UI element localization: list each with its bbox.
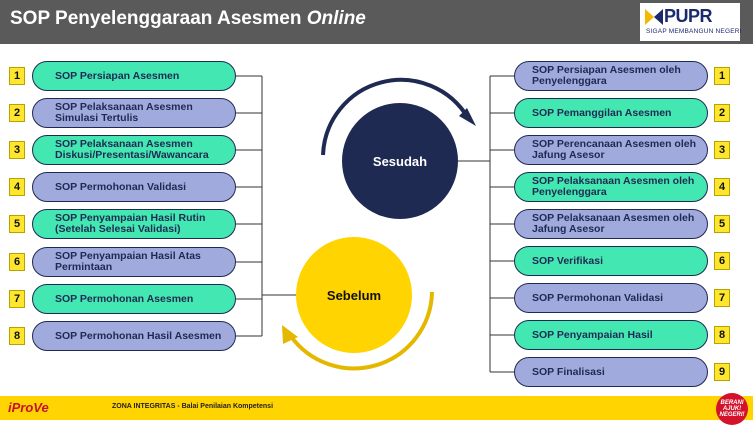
left-step-number: 8	[9, 327, 25, 345]
right-sop-label: SOP Pelaksanaan Asesmen oleh Jafung Ases…	[532, 212, 695, 235]
left-sop-label: SOP Pelaksanaan Asesmen Diskusi/Presenta…	[55, 138, 209, 161]
right-sop-item: SOP Penyampaian Hasil	[514, 320, 708, 350]
left-step-number: 6	[9, 253, 25, 271]
left-sop-item: SOP Pelaksanaan Asesmen Simulasi Tertuli…	[32, 98, 236, 128]
left-step-number: 5	[9, 215, 25, 233]
right-step-number: 5	[714, 215, 730, 233]
right-sop-item: SOP Verifikasi	[514, 246, 708, 276]
right-sop-label: SOP Pemanggilan Asesmen	[532, 106, 672, 119]
iprove-logo: iProVe	[8, 400, 49, 415]
right-step-number: 9	[714, 363, 730, 381]
left-sop-item: SOP Penyampaian Hasil Atas Permintaan	[32, 247, 236, 277]
left-sop-label: SOP Persiapan Asesmen	[55, 69, 180, 82]
left-step-number: 3	[9, 141, 25, 159]
right-sop-label: SOP Penyampaian Hasil	[532, 328, 653, 341]
after-label: Sesudah	[372, 153, 428, 169]
left-step-number: 4	[9, 178, 25, 196]
left-sop-item: SOP Persiapan Asesmen	[32, 61, 236, 91]
right-step-number: 6	[714, 252, 730, 270]
right-sop-item: SOP Persiapan Asesmen oleh Penyelenggara	[514, 61, 708, 91]
left-sop-label: SOP Permohonan Validasi	[55, 180, 187, 193]
right-sop-item: SOP Pemanggilan Asesmen	[514, 98, 708, 128]
left-sop-item: SOP Pelaksanaan Asesmen Diskusi/Presenta…	[32, 135, 236, 165]
left-step-number: 7	[9, 290, 25, 308]
badge-text: BERANI AJUK! NEGERI!	[719, 400, 745, 418]
right-step-number: 8	[714, 326, 730, 344]
footer-bar: iProVe ZONA INTEGRITAS - Balai Penilaian…	[0, 396, 753, 420]
left-step-number: 1	[9, 67, 25, 85]
integrity-badge: BERANI AJUK! NEGERI!	[716, 393, 748, 425]
left-step-number: 2	[9, 104, 25, 122]
right-step-number: 2	[714, 104, 730, 122]
footer-caption: ZONA INTEGRITAS - Balai Penilaian Kompet…	[112, 403, 274, 410]
right-step-number: 3	[714, 141, 730, 159]
after-circle: Sesudah	[342, 103, 458, 219]
right-sop-item: SOP Finalisasi	[514, 357, 708, 387]
right-step-number: 4	[714, 178, 730, 196]
right-sop-label: SOP Perencanaan Asesmen oleh Jafung Ases…	[532, 138, 696, 161]
before-circle: Sebelum	[296, 237, 412, 353]
right-sop-label: SOP Persiapan Asesmen oleh Penyelenggara	[532, 64, 681, 87]
left-sop-item: SOP Permohonan Asesmen	[32, 284, 236, 314]
right-sop-label: SOP Pelaksanaan Asesmen oleh Penyelengga…	[532, 175, 695, 198]
right-sop-item: SOP Perencanaan Asesmen oleh Jafung Ases…	[514, 135, 708, 165]
left-sop-item: SOP Penyampaian Hasil Rutin (Setelah Sel…	[32, 209, 236, 239]
left-sop-label: SOP Pelaksanaan Asesmen Simulasi Tertuli…	[55, 101, 193, 124]
right-sop-label: SOP Finalisasi	[532, 365, 605, 378]
left-sop-item: SOP Permohonan Hasil Asesmen	[32, 321, 236, 351]
left-sop-label: SOP Permohonan Asesmen	[55, 292, 194, 305]
right-sop-label: SOP Permohonan Validasi	[532, 291, 664, 304]
before-label: Sebelum	[326, 287, 382, 303]
left-sop-label: SOP Penyampaian Hasil Rutin (Setelah Sel…	[55, 212, 206, 235]
left-sop-label: SOP Penyampaian Hasil Atas Permintaan	[55, 250, 201, 273]
left-sop-label: SOP Permohonan Hasil Asesmen	[55, 329, 222, 342]
right-sop-item: SOP Permohonan Validasi	[514, 283, 708, 313]
left-sop-item: SOP Permohonan Validasi	[32, 172, 236, 202]
right-sop-item: SOP Pelaksanaan Asesmen oleh Jafung Ases…	[514, 209, 708, 239]
right-step-number: 7	[714, 289, 730, 307]
right-step-number: 1	[714, 67, 730, 85]
right-sop-label: SOP Verifikasi	[532, 254, 604, 267]
right-sop-item: SOP Pelaksanaan Asesmen oleh Penyelengga…	[514, 172, 708, 202]
